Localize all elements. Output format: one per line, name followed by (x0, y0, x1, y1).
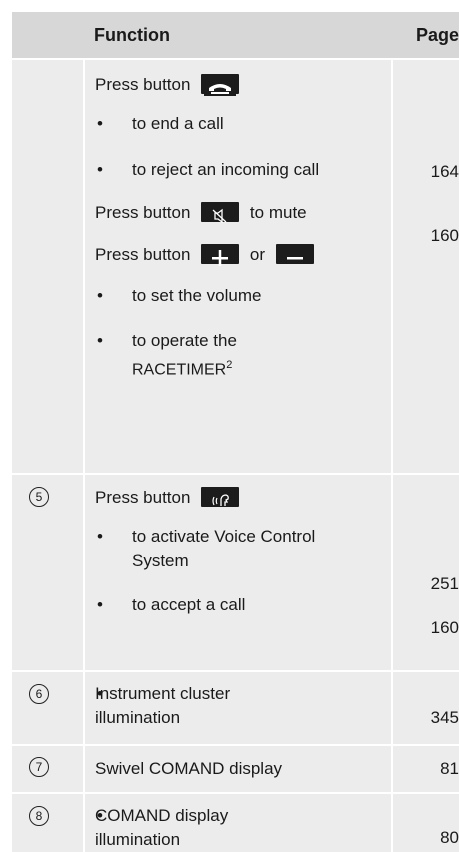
racetimer-word: RACETIMER (132, 361, 227, 379)
number-cell: 7 (12, 744, 85, 793)
page-number: 160 (430, 618, 459, 637)
function-cell: COMAND display illumination (84, 792, 393, 852)
item-number-badge: 7 (29, 757, 49, 777)
plus-icon (201, 243, 240, 266)
racetimer-text: to operate the (132, 331, 237, 350)
manual-page: Function Page Press button • to end a ca… (0, 0, 459, 852)
function-text: Swivel COMAND display (95, 746, 391, 792)
number-cell: 5 (12, 473, 85, 671)
list-item: to operate the RACETIMER2 (95, 329, 362, 383)
press-button-text: Press button (95, 203, 191, 222)
function-text: Instrument cluster illumination (95, 682, 315, 730)
header-page: Page (392, 12, 459, 59)
reject-call-text: to reject an incoming call (132, 160, 320, 179)
mute-speaker-icon (201, 201, 240, 223)
page-cell: 81 (392, 744, 459, 793)
page-number: 80 (440, 828, 459, 847)
press-button-text: Press button (95, 75, 191, 94)
page-number: 164 (430, 162, 459, 181)
press-button-text: Press button (95, 245, 191, 264)
voice-control-text: to activate Voice Control System (132, 527, 316, 570)
page-number: 345 (430, 708, 459, 727)
minus-icon (275, 243, 314, 264)
table-row: 6 Instrument cluster illumination 345 (12, 670, 459, 745)
instrument-cluster-text: Instrument cluster illumination (95, 684, 231, 727)
table-row: 8 COMAND display illumination 80 (12, 792, 459, 852)
header-number-cell (12, 12, 84, 59)
page-cell: 345 (392, 670, 459, 745)
phone-hangup-icon (201, 73, 240, 96)
table-row: 7 Swivel COMAND display 81 (12, 744, 459, 793)
set-volume-text: to set the volume (132, 286, 262, 305)
function-cell: Press button to activate Voice Control S… (84, 473, 393, 671)
press-volume-line: Press button or (95, 236, 391, 274)
number-cell: 8 (12, 792, 85, 852)
display-illumination-text: COMAND display illumination (95, 806, 229, 849)
press-voice-line: Press button (95, 479, 391, 517)
press-end-line: Press button (95, 66, 391, 104)
number-cell (12, 58, 85, 474)
header-function: Function (84, 12, 392, 59)
page-number: 81 (440, 759, 459, 778)
voice-control-icon (201, 486, 240, 507)
function-cell: Press button to end a call to reject an … (84, 58, 393, 474)
page-cell: 251 160 (392, 473, 459, 671)
page-number: 160 (430, 226, 459, 245)
list-item: to set the volume (95, 284, 391, 308)
function-text: COMAND display illumination (95, 804, 315, 852)
item-number-badge: 8 (29, 806, 49, 826)
function-cell: Swivel COMAND display (84, 744, 393, 793)
function-cell: Instrument cluster illumination (84, 670, 393, 745)
list-item: to reject an incoming call (95, 158, 362, 182)
to-mute-text: to mute (249, 203, 307, 222)
page-cell: 80 (392, 792, 459, 852)
page-number: 251 (430, 574, 459, 593)
item-number-badge: 6 (29, 684, 49, 704)
table-row: 5 Press button to activate Voice Control… (12, 473, 459, 671)
accept-call-text: to accept a call (132, 595, 246, 614)
footnote-marker: 2 (226, 359, 233, 371)
end-call-text: to end a call (132, 114, 224, 133)
function-table: Function Page Press button • to end a ca… (12, 12, 459, 852)
table-row: Press button to end a call to reject an … (12, 58, 459, 474)
press-button-text: Press button (95, 488, 191, 507)
press-mute-line: Press button to mute (95, 194, 391, 232)
swivel-display-text: Swivel COMAND display (95, 759, 283, 778)
list-item: to end a call (95, 112, 391, 136)
table-header-row: Function Page (12, 12, 459, 59)
list-item: to activate Voice Control System (95, 525, 362, 573)
or-text: or (249, 245, 266, 264)
number-cell: 6 (12, 670, 85, 745)
item-number-badge: 5 (29, 487, 49, 507)
page-cell: 164 160 (392, 58, 459, 474)
list-item: to accept a call (95, 593, 391, 617)
